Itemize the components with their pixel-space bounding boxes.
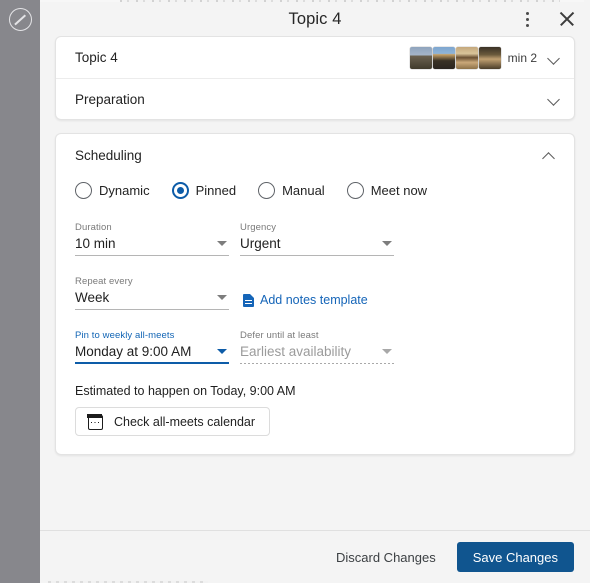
add-notes-template-label: Add notes template — [260, 293, 368, 307]
topic-row-topic4[interactable]: Topic 4 min 2 — [56, 37, 574, 78]
dialog-header-actions — [514, 2, 580, 36]
edit-circle-icon[interactable] — [9, 8, 32, 31]
duration-select[interactable]: 10 min — [75, 236, 229, 256]
duration-field[interactable]: Duration 10 min — [75, 222, 229, 256]
repeat-every-value: Week — [75, 290, 110, 305]
chevron-down-icon — [217, 241, 227, 246]
radio-label: Manual — [282, 183, 325, 198]
topic-duration-meta: min 2 — [507, 50, 537, 65]
save-changes-button[interactable]: Save Changes — [456, 542, 574, 572]
scheduling-title: Scheduling — [75, 148, 142, 163]
check-all-meets-calendar-button[interactable]: Check all-meets calendar — [75, 407, 271, 436]
schedule-mode-radio-group: Dynamic Pinned Manual Meet now — [75, 182, 555, 199]
topics-card: Topic 4 min 2 Preparation — [55, 36, 575, 120]
pin-to-weekly-all-meets-field[interactable]: Pin to weekly all-meets Monday at 9:00 A… — [75, 330, 229, 364]
chevron-down-icon[interactable] — [547, 51, 560, 64]
chevron-down-icon[interactable] — [547, 93, 560, 106]
pin-defer-row: Pin to weekly all-meets Monday at 9:00 A… — [75, 330, 555, 364]
avatar — [455, 46, 478, 69]
scheduling-card: Scheduling Dynamic Pinned Manual Meet no… — [55, 133, 575, 455]
topic-row-label: Preparation — [75, 91, 145, 107]
topic-dialog: Topic 4 Topic 4 min 2 Preparation Schedu… — [40, 2, 590, 583]
urgency-value: Urgent — [240, 236, 281, 251]
urgency-label: Urgency — [240, 222, 277, 233]
radio-pinned[interactable]: Pinned — [171, 182, 237, 199]
duration-urgency-row: Duration 10 min Urgency Urgent — [75, 222, 555, 256]
chevron-down-icon — [382, 349, 392, 354]
app-rail — [0, 0, 40, 583]
radio-manual[interactable]: Manual — [258, 182, 325, 199]
avatar — [432, 46, 455, 69]
note-document-icon — [243, 293, 254, 307]
close-icon — [559, 11, 575, 27]
pin-to-weekly-all-meets-select[interactable]: Monday at 9:00 AM — [75, 344, 229, 364]
repeat-every-field[interactable]: Repeat every Week — [75, 276, 229, 310]
radio-label: Dynamic — [99, 183, 150, 198]
defer-until-select: Earliest availability — [240, 344, 394, 364]
check-all-meets-calendar-label: Check all-meets calendar — [114, 414, 256, 429]
radio-label: Pinned — [195, 183, 237, 198]
urgency-field[interactable]: Urgency Urgent — [240, 222, 394, 256]
page-title: Topic 4 — [288, 9, 342, 28]
defer-until-label: Defer until at least — [240, 330, 319, 341]
participant-avatars — [409, 46, 501, 69]
dialog-header: Topic 4 — [40, 2, 590, 36]
urgency-select[interactable]: Urgent — [240, 236, 394, 256]
scheduling-header[interactable]: Scheduling — [75, 148, 555, 163]
radio-meet-now[interactable]: Meet now — [346, 182, 428, 199]
avatar — [478, 46, 501, 69]
radio-dynamic[interactable]: Dynamic — [75, 182, 150, 199]
repeat-notes-row: Repeat every Week Add notes template — [75, 276, 555, 310]
radio-circle-selected-icon — [171, 182, 189, 199]
kebab-menu-icon — [525, 11, 529, 27]
repeat-every-select[interactable]: Week — [75, 290, 229, 310]
dialog-footer: Discard Changes Save Changes — [40, 530, 590, 583]
avatar — [409, 46, 432, 69]
pin-to-weekly-all-meets-value: Monday at 9:00 AM — [75, 344, 192, 359]
radio-circle-icon — [258, 182, 276, 199]
duration-label: Duration — [75, 222, 112, 233]
duration-value: 10 min — [75, 236, 116, 251]
chevron-down-icon — [382, 241, 392, 246]
radio-circle-icon — [346, 182, 364, 199]
topic-row-preparation[interactable]: Preparation — [56, 78, 574, 119]
repeat-every-label: Repeat every — [75, 276, 133, 287]
add-notes-template-link[interactable]: Add notes template — [243, 293, 368, 310]
chevron-down-icon — [217, 349, 227, 354]
discard-changes-button[interactable]: Discard Changes — [330, 542, 442, 573]
defer-until-field: Defer until at least Earliest availabili… — [240, 330, 394, 364]
dialog-body: Topic 4 min 2 Preparation Scheduling Dyn… — [40, 36, 590, 530]
app-window: Topic 4 Topic 4 min 2 Preparation Schedu… — [0, 0, 590, 583]
defer-until-value: Earliest availability — [240, 344, 352, 359]
radio-circle-icon — [75, 182, 92, 199]
chevron-up-icon[interactable] — [542, 149, 555, 162]
topic-row-label: Topic 4 — [75, 50, 118, 65]
radio-label: Meet now — [370, 183, 428, 198]
chevron-down-icon — [217, 295, 227, 300]
overflow-menu-button[interactable] — [514, 6, 540, 32]
calendar-icon — [87, 413, 103, 430]
close-button[interactable] — [554, 6, 580, 32]
estimate-text: Estimated to happen on Today, 9:00 AM — [75, 384, 296, 398]
pin-to-weekly-all-meets-label: Pin to weekly all-meets — [75, 330, 175, 341]
